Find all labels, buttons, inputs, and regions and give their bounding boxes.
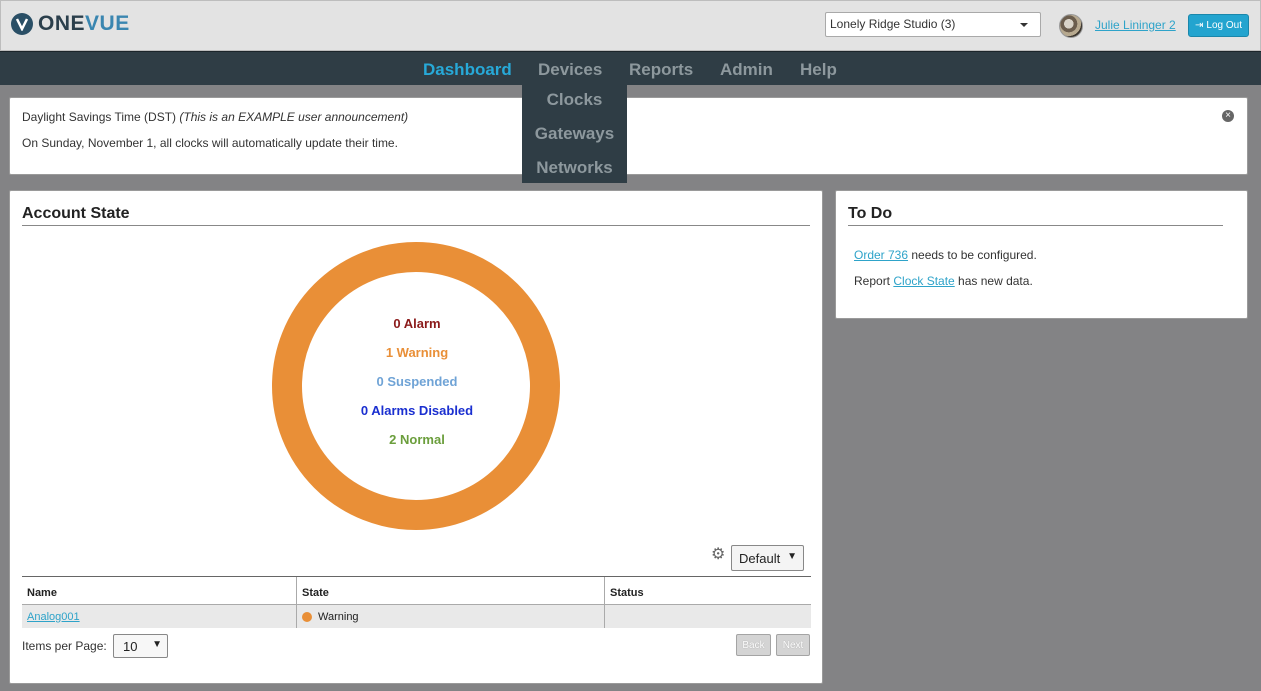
site-selector[interactable]: Lonely Ridge Studio (3): [825, 12, 1041, 37]
devices-dropdown-menu: Clocks Gateways Networks: [522, 84, 627, 183]
summary-normal[interactable]: 2 Normal: [10, 432, 824, 447]
device-state-cell: Warning: [297, 605, 605, 628]
site-selector-value: Lonely Ridge Studio (3): [830, 17, 956, 31]
nav-reports[interactable]: Reports: [629, 60, 693, 80]
table-header: Name State Status: [22, 577, 811, 605]
todo-panel: To Do Order 736 needs to be configured. …: [835, 190, 1248, 319]
avatar[interactable]: [1059, 14, 1083, 38]
account-state-panel: Account State 0 Alarm 1 Warning 0 Suspen…: [9, 190, 823, 684]
nav-devices[interactable]: Devices: [538, 60, 602, 80]
todo-item: Order 736 needs to be configured.: [854, 248, 1037, 262]
menu-item-networks[interactable]: Networks: [522, 158, 627, 178]
logout-button[interactable]: ⇥ Log Out: [1188, 14, 1249, 37]
view-selector[interactable]: Default ▼: [731, 545, 804, 571]
table-row[interactable]: Analog001 Warning: [22, 605, 811, 628]
summary-warning[interactable]: 1 Warning: [10, 345, 824, 360]
warning-status-icon: [302, 611, 312, 622]
announcement-panel: Daylight Savings Time (DST) (This is an …: [9, 97, 1248, 175]
device-table: Name State Status Analog001 Warning: [22, 576, 811, 628]
account-state-title: Account State: [22, 205, 130, 222]
onevue-logo[interactable]: ONEVUE: [11, 12, 130, 36]
dropdown-arrow-icon: ▼: [787, 551, 797, 562]
menu-item-gateways[interactable]: Gateways: [522, 124, 627, 144]
nav-help[interactable]: Help: [800, 60, 837, 80]
todo-title: To Do: [848, 205, 893, 222]
summary-alarms-disabled[interactable]: 0 Alarms Disabled: [10, 403, 824, 418]
nav-dashboard[interactable]: Dashboard: [423, 60, 512, 80]
gear-icon[interactable]: ⚙: [711, 544, 725, 564]
order-link[interactable]: Order 736: [854, 248, 908, 262]
report-link[interactable]: Clock State: [893, 274, 954, 288]
onevue-v-icon: [11, 13, 33, 35]
dropdown-arrow-icon: ▼: [152, 639, 162, 650]
device-status-cell: [605, 605, 811, 628]
column-header-name[interactable]: Name: [22, 577, 297, 604]
divider: [848, 225, 1223, 226]
back-button[interactable]: Back: [736, 634, 771, 656]
summary-alarm[interactable]: 0 Alarm: [10, 316, 824, 331]
announcement-body: On Sunday, November 1, all clocks will a…: [22, 136, 398, 150]
chevron-down-icon: [1020, 23, 1028, 27]
items-per-page-select[interactable]: 10 ▼: [113, 634, 168, 658]
todo-item: Report Clock State has new data.: [854, 274, 1033, 288]
next-button[interactable]: Next: [776, 634, 810, 656]
menu-item-clocks[interactable]: Clocks: [522, 90, 627, 110]
device-name-cell: Analog001: [22, 605, 297, 628]
announcement-title: Daylight Savings Time (DST) (This is an …: [22, 110, 409, 124]
column-header-state[interactable]: State: [297, 577, 605, 604]
main-nav: Dashboard Devices Reports Admin Help: [0, 51, 1261, 85]
summary-suspended[interactable]: 0 Suspended: [10, 374, 824, 389]
nav-admin[interactable]: Admin: [720, 60, 773, 80]
logout-icon: ⇥: [1195, 20, 1204, 31]
logo-text: ONEVUE: [38, 12, 130, 35]
close-icon[interactable]: ×: [1222, 110, 1234, 122]
column-header-status[interactable]: Status: [605, 577, 811, 604]
items-per-page-label: Items per Page:: [22, 639, 107, 653]
divider: [22, 225, 810, 226]
top-header: ONEVUE Lonely Ridge Studio (3) Julie Lin…: [0, 0, 1261, 51]
user-profile-link[interactable]: Julie Lininger 2: [1095, 18, 1176, 32]
device-link[interactable]: Analog001: [27, 611, 80, 623]
